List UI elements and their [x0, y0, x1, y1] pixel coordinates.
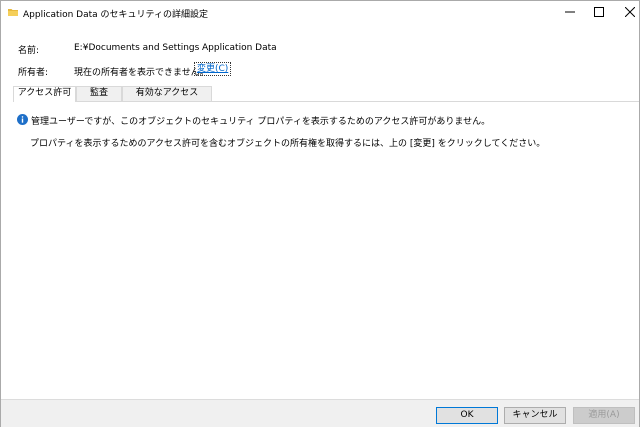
owner-value: 現在の所有者を表示できません。 — [74, 68, 209, 78]
info-icon — [17, 114, 28, 125]
owner-label: 所有者: — [18, 68, 49, 78]
name-label: 名前: — [18, 46, 40, 56]
close-icon — [625, 7, 635, 17]
ok-button[interactable]: OK — [436, 407, 498, 424]
tab-permissions[interactable]: アクセス許可 — [13, 86, 76, 102]
change-owner-link[interactable]: 変更(C) — [194, 62, 232, 76]
cancel-button[interactable]: キャンセル — [504, 407, 566, 424]
name-file: Application Data — [202, 43, 277, 53]
tab-effective-access[interactable]: 有効なアクセス — [122, 86, 212, 101]
close-button[interactable] — [607, 1, 640, 23]
tab-auditing[interactable]: 監査 — [76, 86, 122, 101]
minimize-icon — [565, 11, 575, 13]
title-bar: Application Data のセキュリティの詳細設定 — [1, 1, 639, 24]
name-path: E:¥Documents and Settings — [74, 43, 200, 53]
security-settings-window: Application Data のセキュリティの詳細設定 名前: E:¥Doc… — [0, 0, 640, 427]
detail-message: プロパティを表示するためのアクセス許可を含むオブジェクトの所有権を取得するには、… — [30, 139, 546, 149]
folder-icon — [8, 7, 18, 17]
apply-button[interactable]: 適用(A) — [573, 407, 635, 424]
admin-message: 管理ユーザーですが、このオブジェクトのセキュリティ プロパティを表示するためのア… — [31, 117, 491, 127]
maximize-icon — [594, 7, 604, 17]
window-title: Application Data のセキュリティの詳細設定 — [23, 10, 208, 20]
